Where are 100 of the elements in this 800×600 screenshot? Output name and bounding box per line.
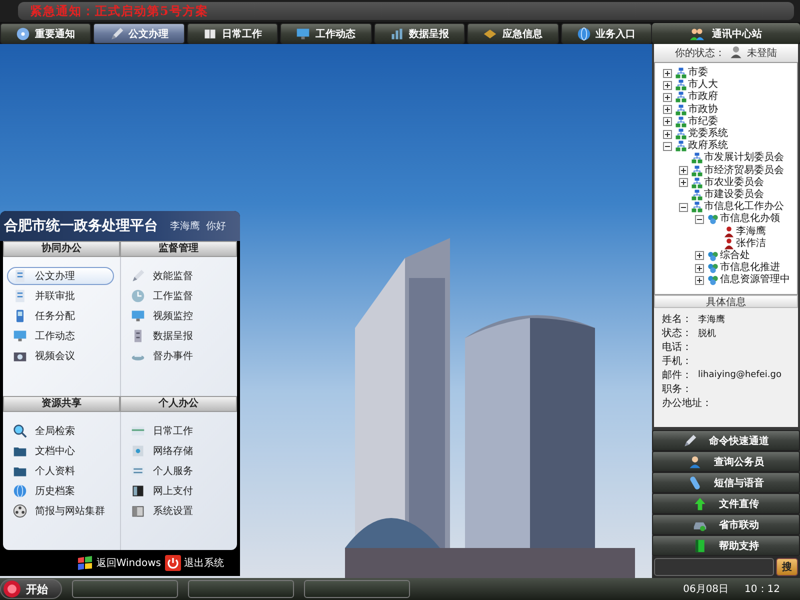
taskbar-slot[interactable]	[304, 580, 410, 598]
status-label: 你的状态：	[675, 46, 725, 60]
expand-toggle[interactable]	[663, 68, 672, 78]
expand-toggle[interactable]	[695, 276, 704, 285]
monitor-icon	[13, 329, 27, 343]
menu-item[interactable]: 工作动态	[7, 327, 114, 345]
menu-item[interactable]: 任务分配	[7, 307, 114, 325]
list-icon	[131, 464, 145, 478]
hierarchy-icon	[691, 188, 703, 201]
expand-toggle[interactable]	[695, 214, 704, 224]
exit-link[interactable]: 退出系统	[165, 555, 224, 571]
windows-link[interactable]: 返回Windows	[77, 555, 161, 571]
monitor-icon	[296, 26, 310, 40]
search-field[interactable]	[654, 558, 774, 576]
menu-item[interactable]: 日常工作	[125, 422, 231, 440]
tree-item[interactable]: 市农业委员会	[704, 176, 764, 189]
menu-item[interactable]: 工作监督	[125, 287, 231, 305]
people-group-icon	[707, 262, 719, 274]
hierarchy-icon	[675, 67, 687, 80]
user-name: 李海鹰	[170, 220, 200, 233]
greeting-text: 你好	[206, 220, 226, 233]
expand-toggle[interactable]	[663, 92, 672, 102]
menu-item[interactable]: 个人资料	[7, 462, 114, 480]
nav-tab[interactable]: 应急信息	[467, 23, 559, 44]
menu-item[interactable]: 并联审批	[7, 287, 114, 305]
section-header: 资源共享	[3, 396, 120, 412]
start-button[interactable]: 开始	[0, 579, 62, 599]
expand-toggle[interactable]	[663, 130, 672, 139]
nav-tab[interactable]: 日常工作	[186, 23, 278, 44]
tree-item[interactable]: 政府系统	[688, 140, 728, 152]
expand-toggle[interactable]	[663, 117, 672, 126]
expand-toggle[interactable]	[663, 80, 672, 90]
tree-item[interactable]: 市建设委员会	[704, 188, 764, 201]
tree-item[interactable]: 李海鹰	[736, 226, 766, 238]
tree-item[interactable]: 市信息化推进	[720, 262, 780, 274]
pencil-icon	[131, 269, 145, 283]
tree-item[interactable]: 市委	[688, 67, 708, 80]
nav-tab[interactable]: 公文办理	[93, 23, 185, 44]
tree-item[interactable]: 市发展计划委员会	[704, 152, 784, 164]
notice-text: 紧急通知：正式启动第5号方案	[30, 2, 208, 20]
menu-item[interactable]: 网上支付	[125, 482, 231, 500]
person-icon	[688, 454, 702, 468]
quick-button[interactable]: 文件直传	[652, 493, 800, 514]
people-group-icon	[707, 213, 719, 226]
nav-tab[interactable]: 工作动态	[280, 23, 372, 44]
quick-button[interactable]: 省市联动	[652, 514, 800, 535]
nav-tab[interactable]: 业务入口	[560, 23, 652, 44]
comm-center-tab[interactable]: 通讯中心站	[652, 23, 800, 44]
tree-item[interactable]: 市人大	[688, 79, 718, 92]
expand-toggle[interactable]	[663, 142, 672, 151]
expand-toggle[interactable]	[679, 202, 688, 212]
box-icon	[131, 504, 145, 518]
tree-item[interactable]: 市政协	[688, 104, 718, 116]
time-text: 10：12	[744, 583, 780, 596]
tree-item[interactable]: 市纪委	[688, 116, 718, 128]
quick-button[interactable]: 查询公务员	[652, 451, 800, 472]
menu-item[interactable]: 全局检索	[7, 422, 114, 440]
expand-toggle[interactable]	[679, 178, 688, 188]
document-icon	[13, 269, 27, 283]
taskbar-slot[interactable]	[72, 580, 178, 598]
expand-toggle[interactable]	[695, 264, 704, 273]
tree-item[interactable]: 市信息化工作办公	[704, 201, 784, 214]
menu-item[interactable]: 网络存储	[125, 442, 231, 460]
nav-tab[interactable]: 数据呈报	[374, 23, 466, 44]
book-icon	[693, 538, 707, 552]
taskbar-slot[interactable]	[188, 580, 294, 598]
expand-toggle[interactable]	[679, 166, 688, 176]
tree-item[interactable]: 张作洁	[736, 238, 766, 250]
tree-item[interactable]: 市经济贸易委员会	[704, 164, 784, 177]
flag-icon	[77, 555, 94, 571]
tree-item[interactable]: 党委系统	[688, 128, 728, 140]
menu-item[interactable]: 视频会议	[7, 347, 114, 365]
tree-item[interactable]: 综合处	[720, 250, 750, 262]
tree-item[interactable]: 市政府	[688, 91, 718, 104]
menu-item[interactable]: 效能监督	[125, 267, 231, 285]
quick-button[interactable]: 帮助支持	[652, 535, 800, 556]
menu-item[interactable]: 数据呈报	[125, 327, 231, 345]
person-icon	[723, 238, 735, 250]
menu-item[interactable]: 历史档案	[7, 482, 114, 500]
quick-button[interactable]: 短信与语音	[652, 472, 800, 493]
nav-tab[interactable]: 重要通知	[0, 23, 92, 44]
menu-item[interactable]: 公文办理	[7, 267, 114, 285]
menu-item[interactable]: 简报与网站集群	[7, 502, 114, 520]
tree-item[interactable]: 市信息化办领	[720, 213, 780, 226]
expand-toggle[interactable]	[663, 105, 672, 114]
menu-item[interactable]: 系统设置	[125, 502, 231, 520]
quick-button[interactable]: 命令快速通道	[652, 430, 800, 451]
hierarchy-icon	[675, 140, 687, 152]
section-header: 监督管理	[120, 241, 237, 257]
menu-item[interactable]: 督办事件	[125, 347, 231, 365]
tree-item[interactable]: 信息资源管理中	[720, 274, 790, 286]
field-label: 手机：	[662, 354, 693, 368]
hierarchy-icon	[691, 152, 703, 164]
bar-chart-icon	[390, 26, 404, 40]
menu-item[interactable]: 视频监控	[125, 307, 231, 325]
expand-toggle[interactable]	[695, 251, 704, 260]
globe-icon	[13, 484, 27, 498]
menu-item[interactable]: 个人服务	[125, 462, 231, 480]
menu-item[interactable]: 文档中心	[7, 442, 114, 460]
search-button[interactable]: 搜	[776, 558, 798, 576]
